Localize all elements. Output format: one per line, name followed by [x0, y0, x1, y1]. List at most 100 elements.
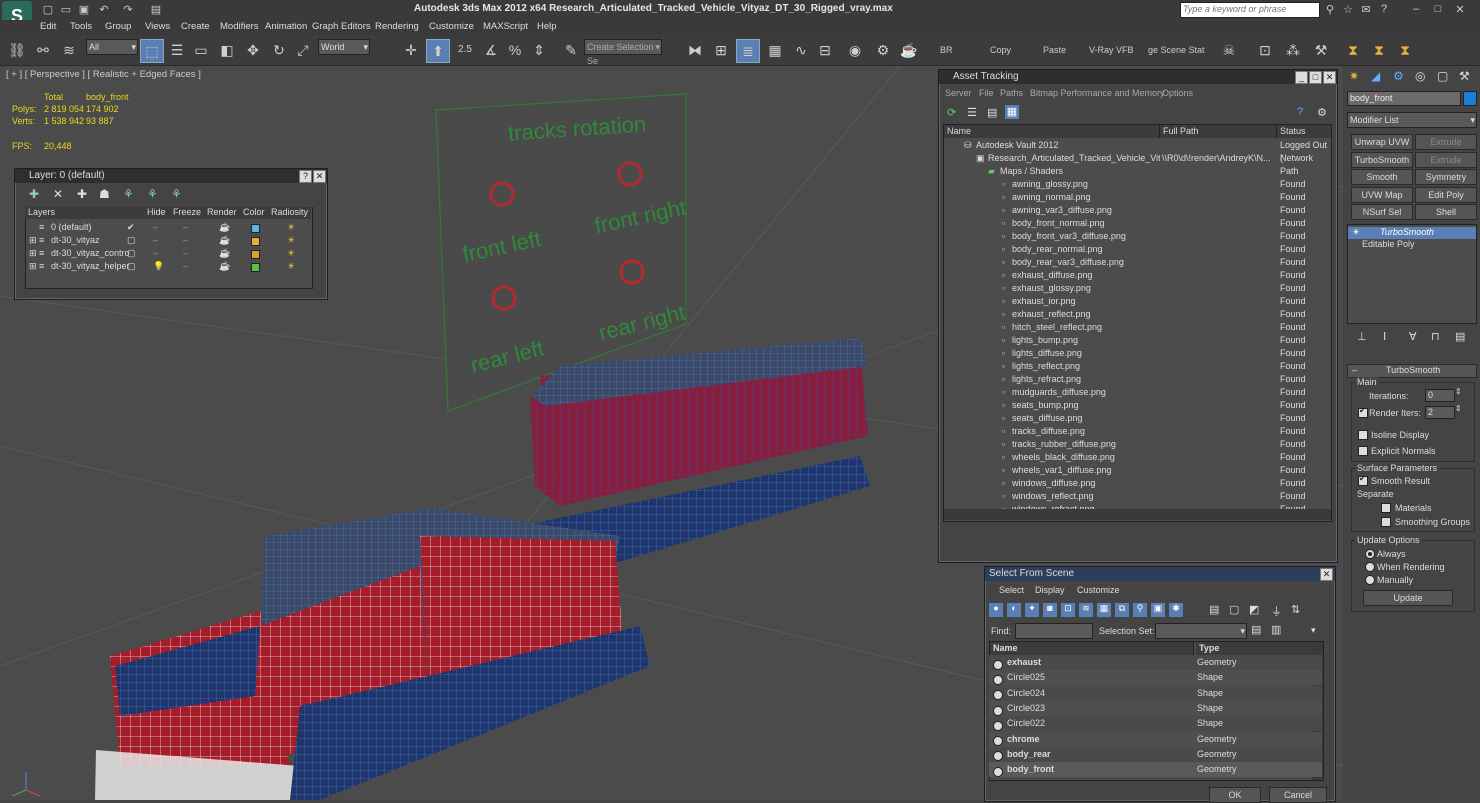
- expand-icon[interactable]: ⊞: [29, 247, 37, 260]
- smoothing-groups-checkbox[interactable]: [1381, 517, 1391, 527]
- manually-radio[interactable]: [1365, 575, 1375, 585]
- asset-row[interactable]: ▫ wheels_black_diffuse.png Found: [944, 451, 1331, 464]
- asset-menu-server[interactable]: Server: [945, 88, 972, 98]
- modifier-button[interactable]: NSurf Sel: [1351, 204, 1413, 220]
- select-object-icon[interactable]: ⬚: [140, 39, 164, 63]
- filter-group-icon[interactable]: ▦: [1097, 603, 1111, 617]
- when-rendering-radio[interactable]: [1365, 562, 1375, 572]
- asset-menu-bitmap[interactable]: Bitmap Performance and Memory: [1030, 88, 1165, 98]
- asset-header-status[interactable]: Status: [1277, 125, 1331, 138]
- asset-header-name[interactable]: Name: [944, 125, 1160, 138]
- keyframe-add-icon[interactable]: ⧗: [1368, 39, 1390, 61]
- asset-row[interactable]: ▫ seats_diffuse.png Found: [944, 412, 1331, 425]
- asset-row[interactable]: ▫ mudguards_diffuse.png Found: [944, 386, 1331, 399]
- expand-icon[interactable]: ⊞: [29, 234, 37, 247]
- render-iters-spinner-arrows[interactable]: ⇕: [1455, 404, 1462, 413]
- remove-modifier-icon[interactable]: ⊓: [1431, 330, 1440, 343]
- asset-row[interactable]: ▫ tracks_rubber_diffuse.png Found: [944, 438, 1331, 451]
- refresh-icon[interactable]: ⟳: [947, 106, 956, 119]
- asset-row[interactable]: ▫ awning_normal.png Found: [944, 191, 1331, 204]
- asset-row[interactable]: ▫ exhaust_diffuse.png Found: [944, 269, 1331, 282]
- new-file-icon[interactable]: ▢: [40, 3, 56, 17]
- filter-helper-icon[interactable]: ⊡: [1061, 603, 1075, 617]
- pin-stack-icon[interactable]: ⊥: [1357, 330, 1367, 343]
- configure-sets-icon[interactable]: ▤: [1455, 330, 1465, 343]
- radiosity-icon[interactable]: ☀: [287, 260, 295, 273]
- header-color[interactable]: Color: [243, 207, 265, 217]
- menu-tools[interactable]: Tools: [70, 21, 92, 32]
- asset-help-icon[interactable]: ?: [1297, 106, 1303, 118]
- current-layer-box[interactable]: ▢: [127, 234, 136, 247]
- explicit-normals-checkbox[interactable]: [1358, 446, 1368, 456]
- highlight-layer-icon[interactable]: ⚘: [123, 187, 134, 201]
- selection-set-dropdown[interactable]: [1155, 623, 1247, 639]
- freeze-toggle[interactable]: –: [183, 247, 188, 260]
- select-menu-display[interactable]: Display: [1035, 585, 1065, 595]
- hierarchy-icon[interactable]: ⊡: [1254, 39, 1276, 61]
- render-setup-icon[interactable]: ⚙: [872, 39, 894, 61]
- layer-manager-icon[interactable]: ≣: [736, 39, 760, 63]
- subscription-icon[interactable]: ☆: [1340, 3, 1356, 17]
- menu-rendering[interactable]: Rendering: [375, 21, 419, 32]
- material-editor-icon[interactable]: ◉: [844, 39, 866, 61]
- scene-object-row[interactable]: Circle025 Shape: [989, 670, 1322, 686]
- menu-group[interactable]: Group: [105, 21, 131, 32]
- hide-toggle[interactable]: –: [153, 221, 158, 234]
- asset-menu-file[interactable]: File: [979, 88, 994, 98]
- maximize-icon[interactable]: □: [1430, 3, 1446, 17]
- header-radiosity[interactable]: Radiosity: [271, 207, 308, 217]
- hide-toggle[interactable]: –: [153, 234, 158, 247]
- curve-editor-icon[interactable]: ∿: [790, 39, 812, 61]
- menu-edit[interactable]: Edit: [40, 21, 56, 32]
- freeze-toggle[interactable]: –: [183, 260, 188, 273]
- hide-all-icon[interactable]: ⚘: [147, 187, 158, 201]
- table-view-icon[interactable]: ▦: [1005, 105, 1019, 119]
- percent-snap-icon[interactable]: %: [504, 39, 526, 61]
- scene-object-row[interactable]: Circle024 Shape: [989, 685, 1322, 701]
- radiosity-icon[interactable]: ☀: [287, 221, 295, 234]
- modifier-button[interactable]: Smooth: [1351, 169, 1413, 185]
- snap-toggle-button[interactable]: 2.5: [454, 39, 476, 61]
- header-render[interactable]: Render: [207, 207, 237, 217]
- paste-button[interactable]: Paste: [1043, 45, 1066, 55]
- modifier-button[interactable]: Edit Poly: [1415, 186, 1477, 203]
- radiosity-icon[interactable]: ☀: [287, 247, 295, 260]
- redo-icon[interactable]: ↷: [120, 3, 136, 17]
- select-by-name-icon[interactable]: ☰: [166, 39, 188, 61]
- menu-create[interactable]: Create: [181, 21, 210, 32]
- render-teapot-icon[interactable]: ☕: [219, 221, 230, 234]
- asset-settings-icon[interactable]: ⚙: [1317, 106, 1327, 119]
- asset-menu-options[interactable]: Options: [1162, 88, 1193, 98]
- render-iters-spinner[interactable]: 2: [1425, 406, 1455, 419]
- copy-button[interactable]: Copy: [990, 45, 1011, 55]
- skull-icon[interactable]: ☠: [1218, 39, 1240, 61]
- turbosmooth-rollout-header[interactable]: – TurboSmooth: [1347, 364, 1477, 378]
- select-objects-icon[interactable]: ☗: [99, 187, 110, 201]
- select-scene-title[interactable]: Select From Scene: [985, 567, 1335, 581]
- asset-row[interactable]: ▫ body_front_normal.png Found: [944, 217, 1331, 230]
- menu-animation[interactable]: Animation: [265, 21, 307, 32]
- modifier-button[interactable]: Extrude: [1415, 134, 1477, 150]
- asset-row[interactable]: ▫ lights_diffuse.png Found: [944, 347, 1331, 360]
- angle-snap-icon[interactable]: ∡: [480, 39, 502, 61]
- graphite-ribbon-icon[interactable]: ▦: [764, 39, 786, 61]
- render-teapot-icon[interactable]: ☕: [898, 39, 920, 61]
- br-button[interactable]: BR: [940, 45, 953, 55]
- modifier-button[interactable]: Symmetry: [1415, 169, 1477, 185]
- filter-xref-icon[interactable]: ⧉: [1115, 603, 1129, 617]
- layer-row[interactable]: ⊞ ≡ dt-30_vityaz_contro ▢ – – ☕ ☀: [25, 247, 311, 260]
- scene-object-row[interactable]: exhaust Geometry: [989, 655, 1322, 670]
- particle-icon[interactable]: ⁂: [1282, 39, 1304, 61]
- asset-tracking-title[interactable]: Asset Tracking: [939, 70, 1337, 84]
- update-button[interactable]: Update: [1363, 590, 1453, 606]
- scene-states-button[interactable]: ge Scene Stat: [1148, 45, 1205, 55]
- asset-row[interactable]: ▫ lights_refract.png Found: [944, 373, 1331, 386]
- hide-toggle[interactable]: 💡: [153, 260, 164, 273]
- filter-camera-icon[interactable]: ◙: [1043, 603, 1057, 617]
- scene-object-row[interactable]: body_front Geometry: [989, 762, 1322, 778]
- object-name-field[interactable]: body_front: [1347, 91, 1461, 106]
- create-layer-icon[interactable]: ✚: [29, 187, 39, 201]
- thumbnail-view-icon[interactable]: ▤: [987, 106, 997, 119]
- project-folder-icon[interactable]: ▤: [148, 3, 164, 17]
- select-none-icon[interactable]: ▢: [1229, 603, 1239, 616]
